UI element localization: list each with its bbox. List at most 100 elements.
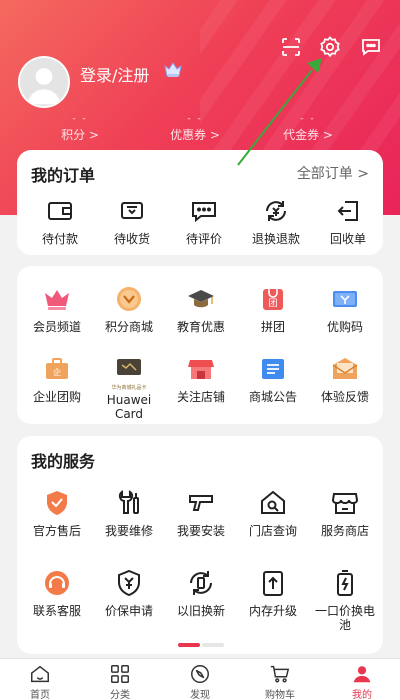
service-install[interactable]: 我要安装 [164,486,238,538]
member-badge-icon[interactable] [162,60,184,80]
store-icon [181,352,221,386]
service-repair[interactable]: 我要维修 [92,486,166,538]
repair-icon [109,486,149,520]
points-stat[interactable]: - - 积分 > [25,114,135,143]
category-icon [111,665,129,683]
refund-icon [256,194,296,228]
price-protect-icon [109,566,149,600]
group-buy-icon: 团 [253,282,293,316]
feature-feedback[interactable]: 体验反馈 [308,352,382,404]
service-trade-in[interactable]: 以旧换新 [164,566,238,618]
service-label: 一口价换电池 [315,604,376,632]
vouchers-label: 代金券 > [283,128,333,142]
tab-profile[interactable]: 我的 [332,663,392,700]
after-sales-icon [37,486,77,520]
service-label: 内存升级 [248,604,297,618]
features-card: 会员频道 积分商城 教育优惠 团 拼团 优购码 企 企业团购 华为商城礼品卡 H… [17,266,383,424]
feedback-icon [325,352,365,386]
feature-huawei-card[interactable]: 华为商城礼品卡 Huawei Card [92,352,166,421]
page-indicator-active [178,643,200,647]
tab-discover[interactable]: 发现 [170,663,230,700]
tab-label: 我的 [352,690,372,700]
order-pending-review[interactable]: 待评价 [167,194,241,246]
feature-member-channel[interactable]: 会员频道 [20,282,94,334]
feature-label: 教育优惠 [176,320,225,334]
trade-in-icon [181,566,221,600]
coupons-value: - - [187,114,203,124]
service-customer-service[interactable]: 联系客服 [20,566,94,618]
order-refund[interactable]: 退换退款 [239,194,313,246]
store-search-icon [253,486,293,520]
feature-education[interactable]: 教育优惠 [164,282,238,334]
order-pending-payment[interactable]: 待付款 [23,194,97,246]
service-label: 服务商店 [320,524,369,538]
feature-label: 体验反馈 [320,390,369,404]
service-memory-upgrade[interactable]: 内存升级 [236,566,310,618]
bottom-tab-bar: 首页 分类 发现 购物车 我的 [0,658,400,700]
service-service-store[interactable]: 服务商店 [308,486,382,538]
announcement-icon [253,352,293,386]
feature-label: 商城公告 [248,390,297,404]
customer-service-icon [37,566,77,600]
page-indicator-inactive [202,643,224,647]
tab-label: 购物车 [265,690,295,700]
points-value: - - [72,114,88,124]
orders-card: 我的订单 全部订单 > 待付款 待收货 待评价 退换退款 回收单 [17,150,383,255]
battery-icon [325,566,365,600]
service-label: 我要安装 [176,524,225,538]
tab-category[interactable]: 分类 [90,663,150,700]
feature-label: Huawei Card [106,393,152,421]
service-store-lookup[interactable]: 门店查询 [236,486,310,538]
feature-label: 优购码 [326,320,363,334]
order-recycle[interactable]: 回收单 [311,194,385,246]
feature-enterprise[interactable]: 企 企业团购 [20,352,94,404]
feature-label: 拼团 [260,320,285,334]
gift-card-caption: 华为商城礼品卡 [111,385,147,391]
feature-label: 关注店铺 [176,390,225,404]
discover-icon [191,665,209,683]
tab-cart[interactable]: 购物车 [250,663,310,700]
feature-group-buy[interactable]: 团 拼团 [236,282,310,334]
feature-points-mall[interactable]: 积分商城 [92,282,166,334]
service-label: 以旧换新 [176,604,225,618]
avatar[interactable] [18,56,70,108]
crown-icon [37,282,77,316]
tab-label: 首页 [30,690,50,700]
service-label: 官方售后 [32,524,81,538]
service-after-sales[interactable]: 官方售后 [20,486,94,538]
svg-text:团: 团 [268,298,277,309]
services-card: 我的服务 官方售后 我要维修 我要安装 门店查询 服务商店 联系客服 价保申请 … [17,436,383,654]
vouchers-stat[interactable]: - - 代金券 > [253,114,363,143]
chat-icon[interactable] [358,34,384,60]
feature-announcements[interactable]: 商城公告 [236,352,310,404]
enterprise-icon: 企 [37,352,77,386]
cart-icon [270,665,290,683]
service-label: 价保申请 [104,604,153,618]
feature-label: 积分商城 [104,320,153,334]
feature-label: 会员频道 [32,320,81,334]
points-label: 积分 > [61,128,99,142]
feature-voucher-code[interactable]: 优购码 [308,282,382,334]
order-pending-receipt[interactable]: 待收货 [95,194,169,246]
coupons-stat[interactable]: - - 优惠券 > [140,114,250,143]
orders-title: 我的订单 [31,166,96,185]
services-title: 我的服务 [31,452,96,471]
tab-home[interactable]: 首页 [10,663,70,700]
comment-icon [184,194,224,228]
coupons-label: 优惠券 > [170,128,220,142]
order-item-label: 待评价 [185,232,222,246]
graduation-cap-icon [181,282,221,316]
service-battery-replacement[interactable]: 一口价换电池 [308,566,382,632]
service-store-icon [325,486,365,520]
vouchers-value: - - [300,114,316,124]
service-price-protection[interactable]: 价保申请 [92,566,166,618]
stats-row: - - 积分 > - - 优惠券 > - - 代金券 > [0,114,400,144]
wallet-icon [40,194,80,228]
scan-icon[interactable] [278,34,304,60]
truck-icon [112,194,152,228]
feature-followed-stores[interactable]: 关注店铺 [164,352,238,404]
login-register-link[interactable]: 登录/注册 [80,62,149,86]
gear-icon[interactable] [317,34,343,60]
order-item-label: 回收单 [329,232,366,246]
all-orders-link[interactable]: 全部订单 > [297,163,369,183]
